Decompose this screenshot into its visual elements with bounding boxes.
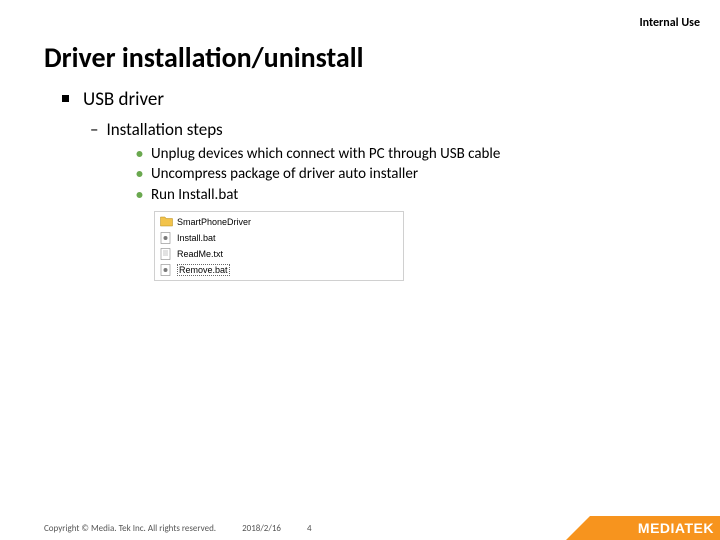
content-area: USB driver –Installation steps • Unplug d… [62, 88, 690, 281]
bullet-level1: USB driver [62, 88, 690, 111]
file-row: ReadMe.txt [155, 246, 403, 262]
dot-bullet-icon: • [136, 145, 143, 164]
bullet-level2: –Installation steps [90, 119, 690, 140]
dash-bullet-icon: – [90, 119, 98, 140]
square-bullet-icon [62, 95, 69, 102]
file-row: Install.bat [155, 230, 403, 246]
folder-icon [159, 216, 173, 228]
page-title: Driver installation/uninstall [44, 40, 364, 75]
file-row: SmartPhoneDriver [155, 214, 403, 230]
file-listing: SmartPhoneDriver Install.bat ReadMe.txt … [154, 211, 404, 281]
brand-logo: MEDIATEK [590, 516, 720, 540]
txt-file-icon [159, 248, 173, 260]
step-text: Uncompress package of driver auto instal… [151, 165, 418, 183]
file-name: ReadMe.txt [177, 249, 223, 259]
dot-bullet-icon: • [136, 165, 143, 184]
file-name: SmartPhoneDriver [177, 217, 251, 227]
footer-date: 2018/2/16 [242, 523, 281, 534]
footer-page-number: 4 [307, 523, 312, 534]
footer: Copyright © Media. Tek Inc. All rights r… [0, 516, 720, 540]
step-text: Unplug devices which connect with PC thr… [151, 145, 500, 163]
copyright-text: Copyright © Media. Tek Inc. All rights r… [44, 523, 216, 534]
lvl2-text: Installation steps [106, 119, 222, 140]
brand-prefix: MEDIA [638, 520, 685, 536]
classification-label: Internal Use [639, 16, 700, 30]
lvl1-text: USB driver [83, 88, 164, 111]
dot-bullet-icon: • [136, 186, 143, 205]
step-item: • Uncompress package of driver auto insta… [136, 164, 690, 184]
brand-suffix: TEK [685, 520, 715, 536]
brand-logo-text: MEDIATEK [638, 520, 714, 536]
file-name: Remove.bat [177, 264, 230, 276]
file-row: Remove.bat [155, 262, 403, 278]
footer-left: Copyright © Media. Tek Inc. All rights r… [0, 523, 590, 534]
step-item: • Run Install.bat [136, 185, 690, 205]
step-text: Run Install.bat [151, 186, 238, 204]
file-name: Install.bat [177, 233, 216, 243]
bat-file-icon [159, 264, 173, 276]
step-item: • Unplug devices which connect with PC th… [136, 144, 690, 164]
bat-file-icon [159, 232, 173, 244]
